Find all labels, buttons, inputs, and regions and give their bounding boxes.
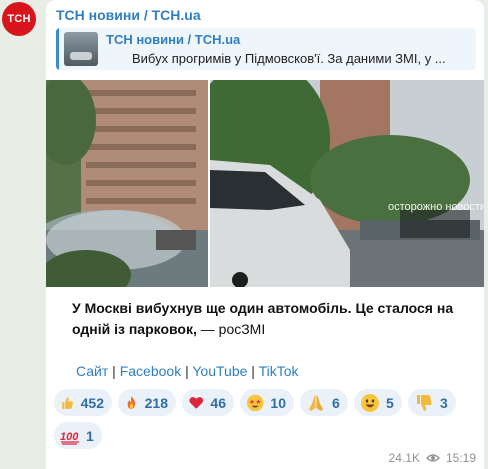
- reply-text: Вибух прогримів у Підмовсков'ї. За даним…: [132, 51, 446, 66]
- link-separator: |: [181, 363, 193, 379]
- reaction-fire[interactable]: 218: [118, 389, 176, 416]
- fire-icon: [127, 395, 135, 409]
- message-time: 15:19: [445, 451, 476, 465]
- link-facebook[interactable]: Facebook: [120, 363, 181, 379]
- reply-title: ТСН новини / TCH.ua: [106, 32, 241, 47]
- starstruck-face-icon: [246, 394, 264, 411]
- grinning-face-icon: [361, 393, 379, 412]
- thumbs-down-icon: [417, 394, 432, 411]
- photo-left-image: [46, 80, 208, 287]
- reaction-grinning-face[interactable]: 5: [354, 389, 402, 416]
- hundred-points-icon: 100: [60, 431, 79, 445]
- message-caption: У Москві вибухнув ще один автомобіль. Це…: [72, 298, 472, 340]
- channel-avatar[interactable]: ТСН: [2, 2, 36, 36]
- caption-plain: — росЗМІ: [196, 321, 266, 337]
- svg-text:100: 100: [60, 431, 79, 443]
- praying-hands-icon: [309, 394, 323, 411]
- message-bubble: ТСН новини / TCH.ua ТСН новини / TCH.ua …: [46, 0, 484, 469]
- photo-left[interactable]: [46, 80, 208, 287]
- link-separator: |: [247, 363, 259, 379]
- channel-links: Сайт | Facebook | YouTube | TikTok: [76, 363, 299, 379]
- reaction-thumbs-down[interactable]: 3: [408, 389, 456, 416]
- photo-album: осторожно новости: [46, 80, 484, 287]
- reaction-thumbs-up[interactable]: 452: [54, 389, 112, 416]
- reaction-starstruck-face[interactable]: 10: [240, 389, 294, 416]
- reply-accent-bar: [56, 28, 59, 70]
- views-count: 24.1K: [388, 451, 420, 465]
- red-heart-icon: [189, 396, 204, 409]
- reaction-hundred-points[interactable]: 100 1: [54, 422, 102, 449]
- reply-preview[interactable]: ТСН новини / TCH.ua Вибух прогримів у Пі…: [56, 28, 476, 70]
- link-site[interactable]: Сайт: [76, 363, 108, 379]
- reaction-red-heart[interactable]: 46: [182, 389, 234, 416]
- link-tiktok[interactable]: TikTok: [259, 363, 299, 379]
- message-meta: 24.1K 15:19: [389, 451, 476, 465]
- link-separator: |: [108, 363, 120, 379]
- eye-icon: [426, 454, 440, 462]
- photo-watermark: осторожно новости: [388, 201, 484, 213]
- photo-right[interactable]: осторожно новости: [210, 80, 484, 287]
- photo-right-image: осторожно новости: [210, 80, 484, 287]
- reaction-praying-hands[interactable]: 6: [300, 389, 348, 416]
- link-youtube[interactable]: YouTube: [192, 363, 247, 379]
- reply-thumbnail: [64, 32, 98, 66]
- channel-name[interactable]: ТСН новини / TCH.ua: [56, 7, 201, 23]
- thumbs-up-icon: [62, 396, 73, 409]
